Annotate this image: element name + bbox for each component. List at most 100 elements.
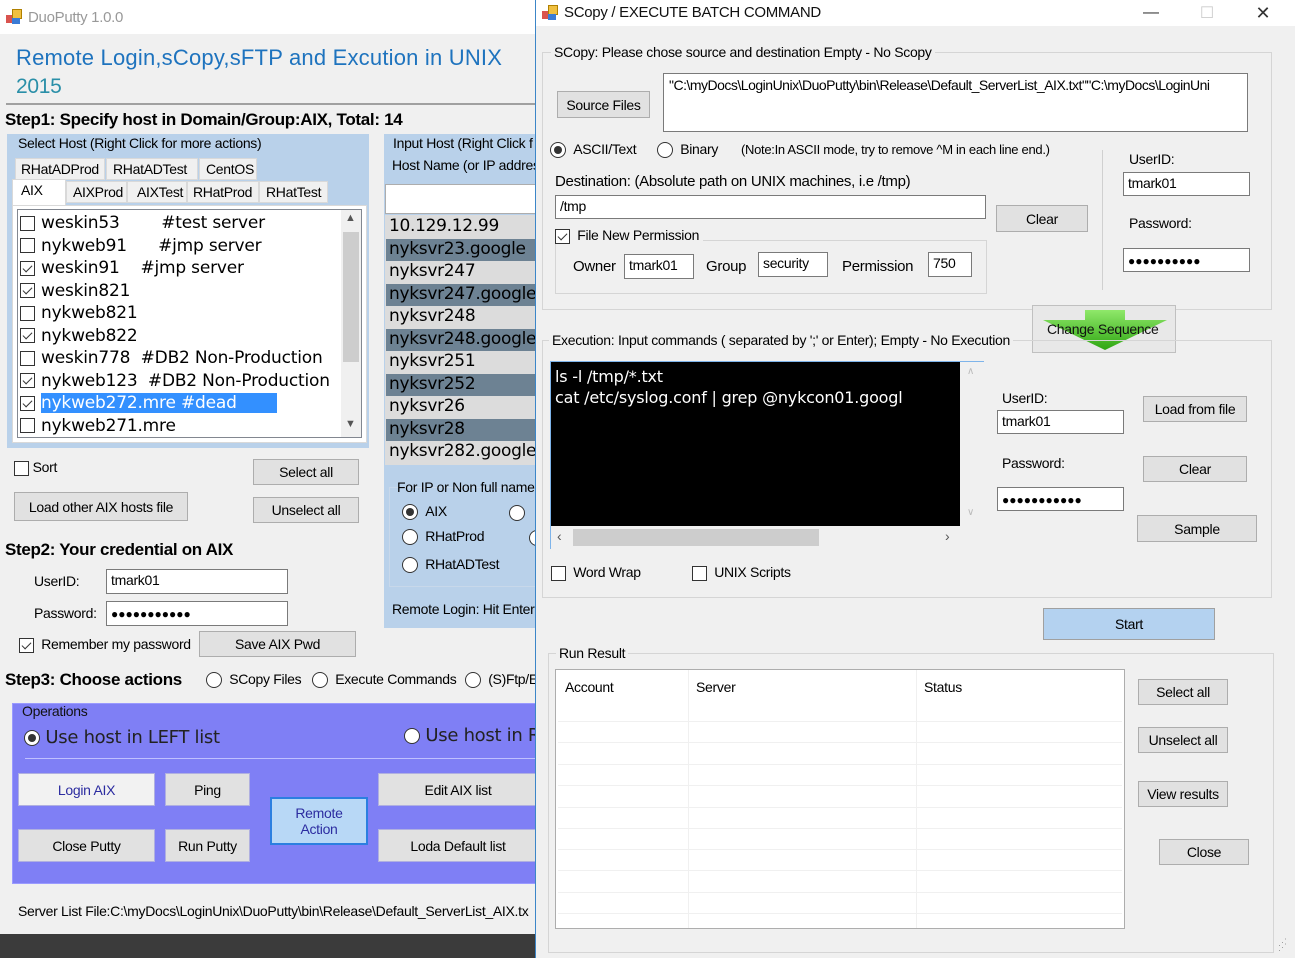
radio-button[interactable] bbox=[550, 142, 566, 159]
remember-check-box[interactable] bbox=[19, 637, 34, 653]
load-hosts-file-button[interactable]: Load other AIX hosts file bbox=[14, 492, 188, 521]
minimize-button[interactable]: — bbox=[1128, 0, 1174, 26]
tab-centos[interactable]: CentOS bbox=[199, 158, 257, 180]
destination-input[interactable]: /tmp bbox=[555, 195, 986, 219]
tab-aixprod[interactable]: AIXProd bbox=[66, 181, 127, 203]
exec-password-input[interactable]: ●●●●●●●●●●● bbox=[997, 487, 1124, 511]
radio-button[interactable] bbox=[657, 142, 673, 159]
tab-rhatadtest[interactable]: RHatADTest bbox=[106, 158, 198, 180]
table-row[interactable] bbox=[558, 742, 1122, 743]
radio-scopy-files[interactable]: SCopy Files bbox=[206, 671, 302, 689]
scroll-down-icon[interactable]: ▼ bbox=[345, 418, 356, 430]
input-host-item[interactable]: nyksvr248 bbox=[386, 306, 536, 329]
radio-rhatprod[interactable]: RHatProd bbox=[402, 528, 485, 546]
scopy-clear-button[interactable]: Clear bbox=[996, 205, 1088, 232]
radio-button[interactable] bbox=[402, 557, 418, 574]
scroll-left-icon[interactable]: ‹ bbox=[557, 528, 562, 544]
table-row[interactable] bbox=[558, 870, 1122, 871]
table-row[interactable] bbox=[558, 892, 1122, 893]
table-row[interactable] bbox=[558, 849, 1122, 850]
radio-aix[interactable]: AIX bbox=[402, 503, 447, 521]
column-header-server[interactable]: Server bbox=[696, 679, 736, 695]
input-host-item[interactable]: nyksvr247.google bbox=[386, 283, 536, 306]
input-host-item[interactable]: nyksvr247 bbox=[386, 261, 536, 284]
host-list-scrollbar[interactable]: ▲ ▼ bbox=[341, 210, 361, 437]
table-row[interactable] bbox=[558, 785, 1122, 786]
input-host-item[interactable]: nyksvr248.google bbox=[386, 328, 536, 351]
input-host-item[interactable]: nyksvr28 bbox=[386, 418, 536, 441]
command-textarea[interactable]: ls -l /tmp/*.txt cat /etc/syslog.conf | … bbox=[550, 361, 984, 549]
radio-rhatadtest[interactable]: RHatADTest bbox=[402, 556, 500, 574]
scrollbar-thumb[interactable] bbox=[343, 232, 359, 362]
input-host-item[interactable]: nyksvr282.google bbox=[386, 441, 536, 464]
exec-userid-input[interactable]: tmark01 bbox=[997, 410, 1124, 434]
input-host-item[interactable]: nyksvr252 bbox=[386, 373, 536, 396]
userid-input[interactable]: tmark01 bbox=[106, 569, 288, 594]
save-pwd-button[interactable]: Save AIX Pwd bbox=[199, 631, 356, 657]
source-files-button[interactable]: Source Files bbox=[557, 91, 650, 118]
host-item[interactable]: nykweb821 bbox=[20, 302, 340, 324]
remember-password-checkbox[interactable]: Remember my password bbox=[19, 636, 191, 653]
table-row[interactable] bbox=[558, 828, 1122, 829]
run-result-table[interactable]: Account Server Status bbox=[555, 669, 1125, 929]
host-checkbox[interactable] bbox=[20, 305, 35, 321]
result-select-all-button[interactable]: Select all bbox=[1138, 679, 1228, 705]
host-checkbox[interactable] bbox=[20, 260, 35, 276]
word-wrap-check-box[interactable] bbox=[551, 565, 566, 581]
host-checkbox[interactable] bbox=[20, 350, 35, 366]
host-item[interactable]: nykweb271.mre bbox=[20, 415, 340, 437]
password-input[interactable]: ●●●●●●●●●●● bbox=[106, 601, 288, 626]
permission-input[interactable]: 750 bbox=[928, 252, 972, 277]
host-checklist[interactable]: weskin53 #test server nykweb91 #jmp serv… bbox=[17, 209, 362, 438]
radio-ascii[interactable]: ASCII/Text bbox=[550, 141, 637, 159]
column-header-account[interactable]: Account bbox=[565, 679, 614, 695]
unix-scripts-check-box[interactable] bbox=[692, 565, 707, 581]
tab-rhatprod[interactable]: RHatProd bbox=[187, 181, 259, 203]
owner-input[interactable]: tmark01 bbox=[624, 254, 694, 279]
radio-use-left[interactable]: Use host in LEFT list bbox=[24, 727, 220, 748]
word-wrap-checkbox[interactable]: Word Wrap bbox=[551, 564, 641, 581]
table-row[interactable] bbox=[558, 807, 1122, 808]
radio-button[interactable] bbox=[404, 728, 420, 744]
host-item[interactable]: weskin821 bbox=[20, 280, 340, 302]
file-new-permission-checkbox[interactable]: File New Permission bbox=[555, 227, 704, 244]
radio-use-right[interactable]: Use host in R bbox=[404, 725, 540, 746]
radio-sftp[interactable]: (S)Ftp/E bbox=[465, 671, 538, 689]
host-item[interactable]: weskin53 #test server bbox=[20, 212, 340, 234]
radio-button[interactable] bbox=[206, 672, 222, 689]
radio-button[interactable] bbox=[402, 529, 418, 546]
unselect-all-button[interactable]: Unselect all bbox=[253, 497, 359, 523]
radio-binary[interactable]: Binary bbox=[657, 141, 718, 159]
exec-clear-button[interactable]: Clear bbox=[1143, 456, 1247, 482]
tab-rhattest[interactable]: RHatTest bbox=[259, 181, 328, 203]
login-aix-button[interactable]: Login AIX bbox=[18, 773, 155, 806]
radio-button[interactable] bbox=[24, 730, 40, 746]
edit-aix-list-button[interactable]: Edit AIX list bbox=[378, 773, 538, 806]
sort-check-box[interactable] bbox=[14, 460, 29, 476]
view-results-button[interactable]: View results bbox=[1138, 781, 1228, 807]
sample-button[interactable]: Sample bbox=[1137, 515, 1257, 542]
host-checkbox[interactable] bbox=[20, 418, 35, 433]
table-row[interactable] bbox=[558, 764, 1122, 765]
close-putty-button[interactable]: Close Putty bbox=[18, 829, 155, 862]
remote-action-button[interactable]: Remote Action bbox=[270, 797, 368, 845]
host-item[interactable]: nykweb123 #DB2 Non-Production bbox=[20, 370, 340, 392]
input-host-item[interactable]: nyksvr26 bbox=[386, 396, 536, 419]
host-item-selected[interactable]: nykweb272.mre #dead bbox=[20, 392, 340, 414]
host-item[interactable]: nykweb822 bbox=[20, 325, 340, 347]
radio-execute-commands[interactable]: Execute Commands bbox=[312, 671, 457, 689]
scroll-down-icon[interactable]: ∨ bbox=[967, 507, 974, 518]
host-item[interactable]: nykweb91 #jmp server bbox=[20, 235, 340, 257]
unix-scripts-checkbox[interactable]: UNIX Scripts bbox=[692, 564, 791, 581]
scopy-userid-input[interactable]: tmark01 bbox=[1123, 172, 1250, 196]
radio-button[interactable] bbox=[465, 672, 481, 689]
host-checkbox[interactable] bbox=[20, 238, 35, 253]
input-host-item[interactable]: nyksvr251 bbox=[386, 351, 536, 374]
resize-grip-icon[interactable]: ⋰ ⋰ bbox=[1278, 938, 1287, 952]
table-row[interactable] bbox=[558, 721, 1122, 722]
command-vscrollbar[interactable]: ∧ ∨ bbox=[960, 362, 984, 526]
host-name-input[interactable] bbox=[385, 184, 537, 214]
source-files-input[interactable]: "C:\myDocs\LoginUnix\DuoPutty\bin\Releas… bbox=[663, 73, 1248, 132]
ping-button[interactable]: Ping bbox=[165, 773, 250, 806]
host-checkbox[interactable] bbox=[20, 328, 35, 343]
